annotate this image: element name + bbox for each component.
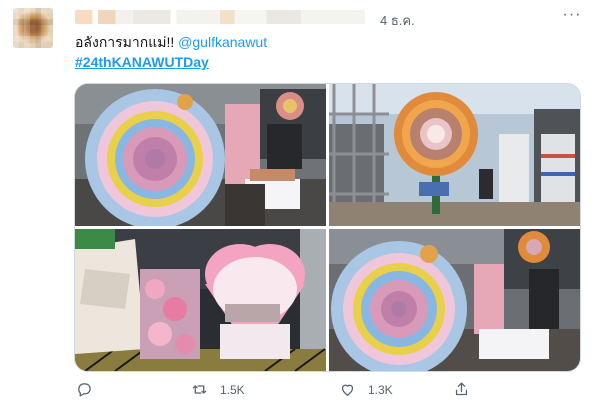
tweet-actions: 1.5K 1.3K [0, 381, 605, 403]
photo-4[interactable] [329, 229, 580, 371]
retweet-button[interactable]: 1.5K [191, 381, 245, 398]
photo-1[interactable] [75, 84, 326, 226]
photo-2[interactable] [329, 84, 580, 226]
reply-icon [78, 383, 91, 397]
like-count: 1.3K [368, 382, 393, 397]
photo-3[interactable] [75, 229, 326, 371]
media-grid [74, 83, 581, 372]
tweet-timestamp[interactable]: 4 ธ.ค. [380, 10, 415, 31]
tweet-text-prefix: อลังการมากแม่!! [75, 34, 179, 50]
mention-link[interactable]: @gulfkanawut [178, 34, 267, 50]
tweet-text: อลังการมากแม่!! @gulfkanawut [75, 33, 267, 51]
like-button[interactable]: 1.3K [339, 381, 393, 398]
share-icon [455, 382, 468, 396]
share-button[interactable] [453, 381, 470, 398]
retweet-icon [192, 385, 207, 394]
tweet[interactable]: 4 ธ.ค. ··· อลังการมากแม่!! @gulfkanawut … [0, 0, 605, 413]
retweet-count: 1.5K [220, 382, 245, 397]
avatar[interactable] [13, 8, 53, 48]
author-name-redacted[interactable] [75, 10, 365, 24]
reply-button[interactable] [76, 381, 93, 398]
more-options-icon[interactable]: ··· [562, 7, 582, 26]
hashtag-link[interactable]: #24thKANAWUTDay [75, 54, 209, 70]
hashtag-line: #24thKANAWUTDay [75, 53, 209, 71]
heart-icon [341, 384, 354, 396]
